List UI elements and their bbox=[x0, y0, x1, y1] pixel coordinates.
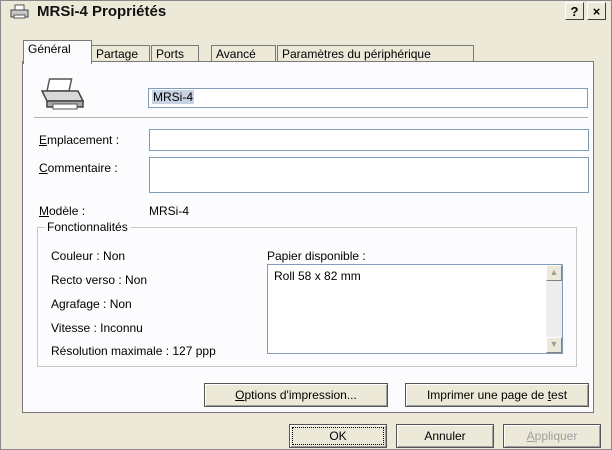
print-test-page-button[interactable]: Imprimer une page de test bbox=[405, 383, 589, 407]
location-label: Emplacement : bbox=[39, 133, 120, 147]
ok-button[interactable]: OK bbox=[289, 424, 387, 448]
tab-ports[interactable]: Ports bbox=[151, 45, 199, 62]
separator-top bbox=[34, 117, 588, 119]
printer-name-field[interactable]: MRSi-4 bbox=[148, 88, 588, 108]
help-button[interactable]: ? bbox=[565, 2, 584, 20]
printer-icon bbox=[39, 77, 85, 114]
comment-field[interactable] bbox=[149, 157, 589, 193]
comment-label: Commentaire : bbox=[39, 161, 118, 175]
paper-label: Papier disponible : bbox=[267, 249, 366, 263]
apply-button[interactable]: Appliquer bbox=[503, 424, 601, 448]
printer-properties-dialog: MRSi-4 Propriétés ? × Général Partage Po… bbox=[0, 0, 612, 450]
cancel-button[interactable]: Annuler bbox=[396, 424, 494, 448]
scroll-down-icon[interactable]: ▼ bbox=[546, 337, 562, 353]
tab-device-settings[interactable]: Paramètres du périphérique bbox=[277, 45, 474, 62]
feature-duplex: Recto verso : Non bbox=[51, 273, 148, 287]
printer-small-icon bbox=[10, 4, 30, 23]
paper-listbox[interactable]: Roll 58 x 82 mm ▲ ▼ bbox=[267, 264, 563, 354]
location-field[interactable] bbox=[149, 129, 589, 151]
tab-general[interactable]: Général bbox=[23, 40, 92, 64]
print-options-button[interactable]: Options d'impression... bbox=[204, 383, 388, 407]
feature-resolution: Résolution maximale : 127 ppp bbox=[51, 344, 216, 358]
paper-scrollbar[interactable]: ▲ ▼ bbox=[546, 265, 562, 353]
feature-staple: Agrafage : Non bbox=[51, 297, 132, 311]
printer-name-value: MRSi-4 bbox=[152, 90, 195, 104]
model-label: Modèle : bbox=[39, 204, 86, 218]
feature-speed: Vitesse : Inconnu bbox=[51, 321, 143, 335]
feature-color: Couleur : Non bbox=[51, 249, 126, 263]
list-item[interactable]: Roll 58 x 82 mm bbox=[274, 269, 361, 283]
window-title: MRSi-4 Propriétés bbox=[37, 3, 167, 20]
tab-sharing[interactable]: Partage bbox=[91, 45, 150, 62]
model-value: MRSi-4 bbox=[149, 204, 190, 218]
scroll-up-icon[interactable]: ▲ bbox=[546, 265, 562, 281]
tab-advanced[interactable]: Avancé bbox=[211, 45, 276, 62]
title-bar: MRSi-4 Propriétés ? × bbox=[1, 1, 611, 23]
close-button[interactable]: × bbox=[587, 2, 606, 20]
features-title: Fonctionnalités bbox=[45, 220, 130, 234]
